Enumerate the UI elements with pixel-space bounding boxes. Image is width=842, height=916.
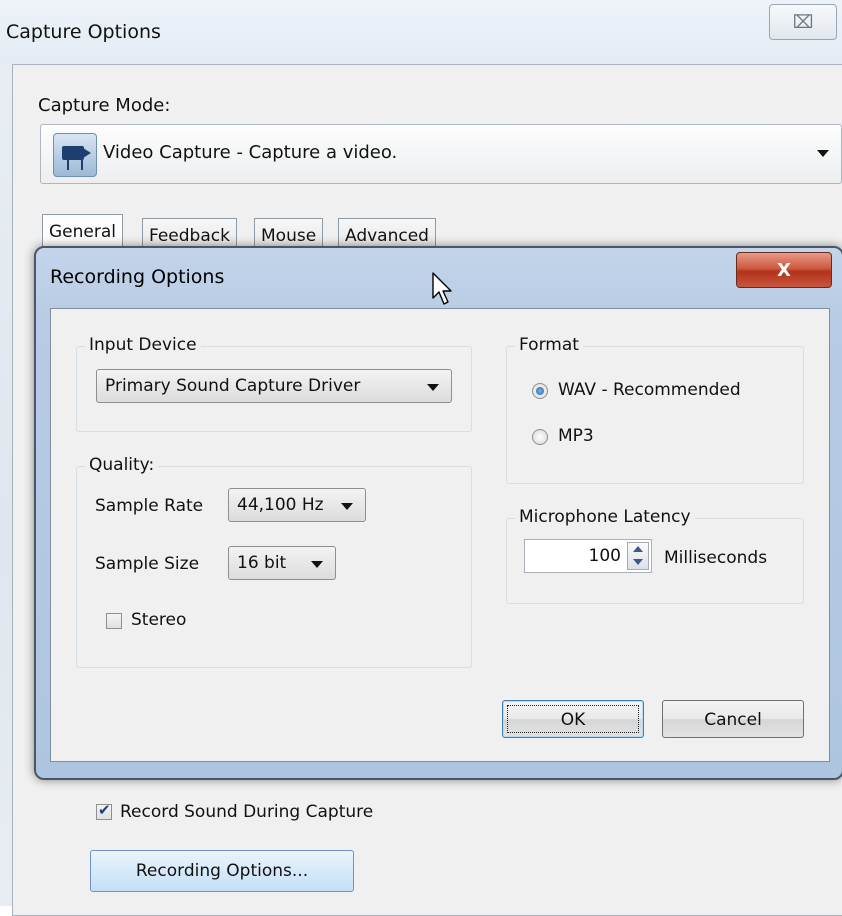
chevron-down-icon: [427, 384, 439, 391]
spinner-icon[interactable]: [627, 542, 649, 570]
input-device-dropdown[interactable]: Primary Sound Capture Driver: [96, 369, 452, 403]
chevron-down-icon: [341, 503, 353, 510]
latency-unit: Milliseconds: [664, 548, 768, 568]
record-sound-label: Record Sound During Capture: [120, 802, 374, 822]
capture-mode-label: Capture Mode:: [38, 95, 171, 116]
chevron-down-icon: [311, 561, 323, 568]
close-button[interactable]: ⌧: [769, 4, 837, 40]
latency-value: 100: [588, 546, 621, 566]
recording-options-button[interactable]: Recording Options...: [90, 850, 354, 892]
capture-mode-value: Video Capture - Capture a video.: [103, 142, 398, 163]
cancel-button[interactable]: Cancel: [662, 700, 804, 738]
chevron-down-icon: [817, 150, 829, 157]
stereo-checkbox[interactable]: [106, 613, 122, 629]
sample-rate-label: Sample Rate: [95, 496, 204, 516]
dialog-close-button[interactable]: X: [736, 252, 832, 288]
capture-options-titlebar: Capture Options: [0, 0, 842, 64]
stereo-label: Stereo: [131, 610, 187, 630]
mp3-radio[interactable]: [532, 429, 548, 445]
sample-rate-value: 44,100 Hz: [237, 495, 324, 515]
microphone-latency-label: Microphone Latency: [515, 507, 695, 527]
sample-rate-dropdown[interactable]: 44,100 Hz: [228, 488, 366, 522]
format-group: Format: [506, 335, 804, 484]
input-device-value: Primary Sound Capture Driver: [105, 376, 361, 396]
close-icon: ⌧: [792, 11, 814, 33]
mp3-label: MP3: [558, 426, 594, 446]
mouse-cursor-icon: [432, 272, 452, 305]
sample-size-value: 16 bit: [237, 553, 287, 573]
wav-radio[interactable]: [532, 383, 548, 399]
format-label: Format: [515, 335, 583, 355]
recording-options-button-label: Recording Options...: [135, 861, 309, 881]
capture-mode-dropdown[interactable]: Video Capture - Capture a video.: [40, 124, 842, 184]
ok-button-label: OK: [560, 710, 586, 730]
record-sound-checkbox[interactable]: [96, 801, 112, 820]
record-sound-option[interactable]: Record Sound During Capture: [96, 801, 374, 822]
latency-input[interactable]: 100: [524, 539, 652, 573]
ok-button[interactable]: OK: [502, 700, 644, 738]
wav-label: WAV - Recommended: [558, 380, 741, 400]
video-camera-icon: [53, 133, 97, 177]
quality-label: Quality:: [85, 455, 159, 475]
input-device-label: Input Device: [85, 335, 201, 355]
sample-size-dropdown[interactable]: 16 bit: [228, 546, 336, 580]
window-title: Capture Options: [6, 21, 161, 43]
cancel-button-label: Cancel: [704, 710, 762, 730]
close-icon: X: [777, 259, 791, 281]
sample-size-label: Sample Size: [95, 554, 200, 574]
dialog-title: Recording Options: [50, 266, 225, 288]
